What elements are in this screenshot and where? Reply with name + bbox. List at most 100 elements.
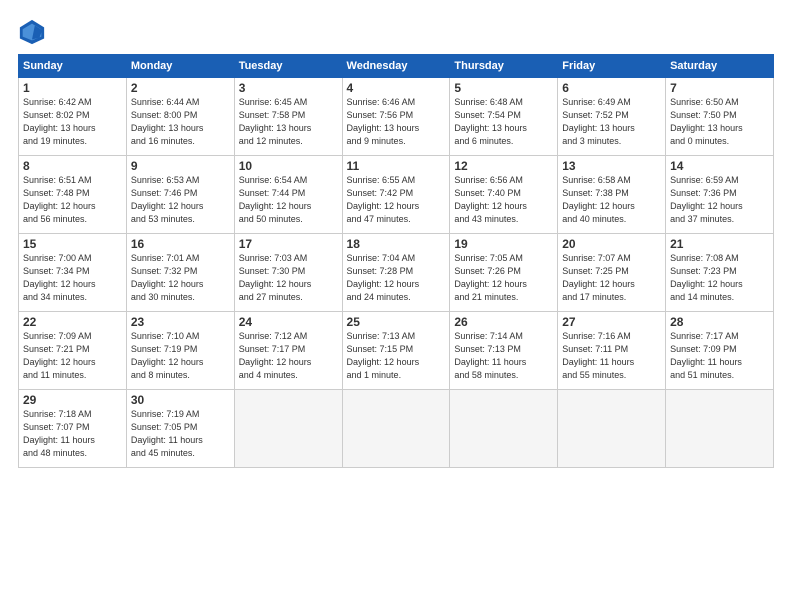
- day-number: 15: [23, 237, 122, 251]
- calendar-cell: 18Sunrise: 7:04 AM Sunset: 7:28 PM Dayli…: [342, 234, 450, 312]
- day-info: Sunrise: 6:44 AM Sunset: 8:00 PM Dayligh…: [131, 96, 230, 148]
- calendar-cell: 3Sunrise: 6:45 AM Sunset: 7:58 PM Daylig…: [234, 78, 342, 156]
- day-info: Sunrise: 6:45 AM Sunset: 7:58 PM Dayligh…: [239, 96, 338, 148]
- calendar-cell: 10Sunrise: 6:54 AM Sunset: 7:44 PM Dayli…: [234, 156, 342, 234]
- calendar-week-row: 15Sunrise: 7:00 AM Sunset: 7:34 PM Dayli…: [19, 234, 774, 312]
- day-number: 25: [347, 315, 446, 329]
- calendar-cell: 25Sunrise: 7:13 AM Sunset: 7:15 PM Dayli…: [342, 312, 450, 390]
- calendar-cell: 4Sunrise: 6:46 AM Sunset: 7:56 PM Daylig…: [342, 78, 450, 156]
- page: SundayMondayTuesdayWednesdayThursdayFrid…: [0, 0, 792, 612]
- calendar-cell: [666, 390, 774, 468]
- day-number: 19: [454, 237, 553, 251]
- day-info: Sunrise: 7:00 AM Sunset: 7:34 PM Dayligh…: [23, 252, 122, 304]
- day-info: Sunrise: 7:16 AM Sunset: 7:11 PM Dayligh…: [562, 330, 661, 382]
- calendar-cell: 13Sunrise: 6:58 AM Sunset: 7:38 PM Dayli…: [558, 156, 666, 234]
- day-info: Sunrise: 7:19 AM Sunset: 7:05 PM Dayligh…: [131, 408, 230, 460]
- day-info: Sunrise: 7:07 AM Sunset: 7:25 PM Dayligh…: [562, 252, 661, 304]
- day-info: Sunrise: 6:55 AM Sunset: 7:42 PM Dayligh…: [347, 174, 446, 226]
- day-info: Sunrise: 7:17 AM Sunset: 7:09 PM Dayligh…: [670, 330, 769, 382]
- calendar-cell: [558, 390, 666, 468]
- calendar-cell: 30Sunrise: 7:19 AM Sunset: 7:05 PM Dayli…: [126, 390, 234, 468]
- calendar-cell: [342, 390, 450, 468]
- day-number: 24: [239, 315, 338, 329]
- day-number: 8: [23, 159, 122, 173]
- day-number: 29: [23, 393, 122, 407]
- calendar-cell: 28Sunrise: 7:17 AM Sunset: 7:09 PM Dayli…: [666, 312, 774, 390]
- day-info: Sunrise: 6:46 AM Sunset: 7:56 PM Dayligh…: [347, 96, 446, 148]
- calendar-cell: 21Sunrise: 7:08 AM Sunset: 7:23 PM Dayli…: [666, 234, 774, 312]
- calendar-cell: 9Sunrise: 6:53 AM Sunset: 7:46 PM Daylig…: [126, 156, 234, 234]
- day-number: 11: [347, 159, 446, 173]
- calendar-cell: 1Sunrise: 6:42 AM Sunset: 8:02 PM Daylig…: [19, 78, 127, 156]
- calendar-cell: 19Sunrise: 7:05 AM Sunset: 7:26 PM Dayli…: [450, 234, 558, 312]
- day-info: Sunrise: 7:09 AM Sunset: 7:21 PM Dayligh…: [23, 330, 122, 382]
- day-number: 7: [670, 81, 769, 95]
- day-number: 21: [670, 237, 769, 251]
- day-info: Sunrise: 6:50 AM Sunset: 7:50 PM Dayligh…: [670, 96, 769, 148]
- day-header-friday: Friday: [558, 55, 666, 78]
- day-number: 9: [131, 159, 230, 173]
- day-info: Sunrise: 6:58 AM Sunset: 7:38 PM Dayligh…: [562, 174, 661, 226]
- day-info: Sunrise: 7:01 AM Sunset: 7:32 PM Dayligh…: [131, 252, 230, 304]
- calendar-cell: 22Sunrise: 7:09 AM Sunset: 7:21 PM Dayli…: [19, 312, 127, 390]
- day-info: Sunrise: 6:48 AM Sunset: 7:54 PM Dayligh…: [454, 96, 553, 148]
- calendar-cell: 14Sunrise: 6:59 AM Sunset: 7:36 PM Dayli…: [666, 156, 774, 234]
- day-info: Sunrise: 7:03 AM Sunset: 7:30 PM Dayligh…: [239, 252, 338, 304]
- calendar-cell: 17Sunrise: 7:03 AM Sunset: 7:30 PM Dayli…: [234, 234, 342, 312]
- calendar-cell: 20Sunrise: 7:07 AM Sunset: 7:25 PM Dayli…: [558, 234, 666, 312]
- calendar-cell: 8Sunrise: 6:51 AM Sunset: 7:48 PM Daylig…: [19, 156, 127, 234]
- day-number: 4: [347, 81, 446, 95]
- logo-icon: [18, 18, 46, 46]
- day-header-tuesday: Tuesday: [234, 55, 342, 78]
- day-number: 27: [562, 315, 661, 329]
- day-number: 3: [239, 81, 338, 95]
- day-number: 28: [670, 315, 769, 329]
- calendar-cell: [234, 390, 342, 468]
- day-info: Sunrise: 6:56 AM Sunset: 7:40 PM Dayligh…: [454, 174, 553, 226]
- day-number: 12: [454, 159, 553, 173]
- day-number: 2: [131, 81, 230, 95]
- day-number: 17: [239, 237, 338, 251]
- day-number: 10: [239, 159, 338, 173]
- day-number: 5: [454, 81, 553, 95]
- day-header-saturday: Saturday: [666, 55, 774, 78]
- calendar-cell: 12Sunrise: 6:56 AM Sunset: 7:40 PM Dayli…: [450, 156, 558, 234]
- day-header-monday: Monday: [126, 55, 234, 78]
- day-number: 14: [670, 159, 769, 173]
- calendar-cell: 2Sunrise: 6:44 AM Sunset: 8:00 PM Daylig…: [126, 78, 234, 156]
- day-number: 18: [347, 237, 446, 251]
- logo: [18, 18, 50, 46]
- day-number: 16: [131, 237, 230, 251]
- day-info: Sunrise: 7:10 AM Sunset: 7:19 PM Dayligh…: [131, 330, 230, 382]
- day-info: Sunrise: 6:59 AM Sunset: 7:36 PM Dayligh…: [670, 174, 769, 226]
- calendar-cell: [450, 390, 558, 468]
- calendar-cell: 24Sunrise: 7:12 AM Sunset: 7:17 PM Dayli…: [234, 312, 342, 390]
- day-number: 13: [562, 159, 661, 173]
- day-header-wednesday: Wednesday: [342, 55, 450, 78]
- day-header-thursday: Thursday: [450, 55, 558, 78]
- day-number: 20: [562, 237, 661, 251]
- day-info: Sunrise: 7:12 AM Sunset: 7:17 PM Dayligh…: [239, 330, 338, 382]
- day-info: Sunrise: 7:14 AM Sunset: 7:13 PM Dayligh…: [454, 330, 553, 382]
- calendar-cell: 11Sunrise: 6:55 AM Sunset: 7:42 PM Dayli…: [342, 156, 450, 234]
- header: [18, 18, 774, 46]
- day-info: Sunrise: 7:05 AM Sunset: 7:26 PM Dayligh…: [454, 252, 553, 304]
- calendar-cell: 5Sunrise: 6:48 AM Sunset: 7:54 PM Daylig…: [450, 78, 558, 156]
- day-number: 1: [23, 81, 122, 95]
- day-number: 6: [562, 81, 661, 95]
- day-info: Sunrise: 6:51 AM Sunset: 7:48 PM Dayligh…: [23, 174, 122, 226]
- day-info: Sunrise: 6:53 AM Sunset: 7:46 PM Dayligh…: [131, 174, 230, 226]
- day-info: Sunrise: 6:42 AM Sunset: 8:02 PM Dayligh…: [23, 96, 122, 148]
- calendar-table: SundayMondayTuesdayWednesdayThursdayFrid…: [18, 54, 774, 468]
- day-number: 30: [131, 393, 230, 407]
- calendar-cell: 16Sunrise: 7:01 AM Sunset: 7:32 PM Dayli…: [126, 234, 234, 312]
- calendar-cell: 15Sunrise: 7:00 AM Sunset: 7:34 PM Dayli…: [19, 234, 127, 312]
- calendar-week-row: 8Sunrise: 6:51 AM Sunset: 7:48 PM Daylig…: [19, 156, 774, 234]
- day-info: Sunrise: 6:54 AM Sunset: 7:44 PM Dayligh…: [239, 174, 338, 226]
- calendar-cell: 29Sunrise: 7:18 AM Sunset: 7:07 PM Dayli…: [19, 390, 127, 468]
- day-number: 23: [131, 315, 230, 329]
- calendar-cell: 23Sunrise: 7:10 AM Sunset: 7:19 PM Dayli…: [126, 312, 234, 390]
- day-info: Sunrise: 7:04 AM Sunset: 7:28 PM Dayligh…: [347, 252, 446, 304]
- day-number: 26: [454, 315, 553, 329]
- calendar-week-row: 22Sunrise: 7:09 AM Sunset: 7:21 PM Dayli…: [19, 312, 774, 390]
